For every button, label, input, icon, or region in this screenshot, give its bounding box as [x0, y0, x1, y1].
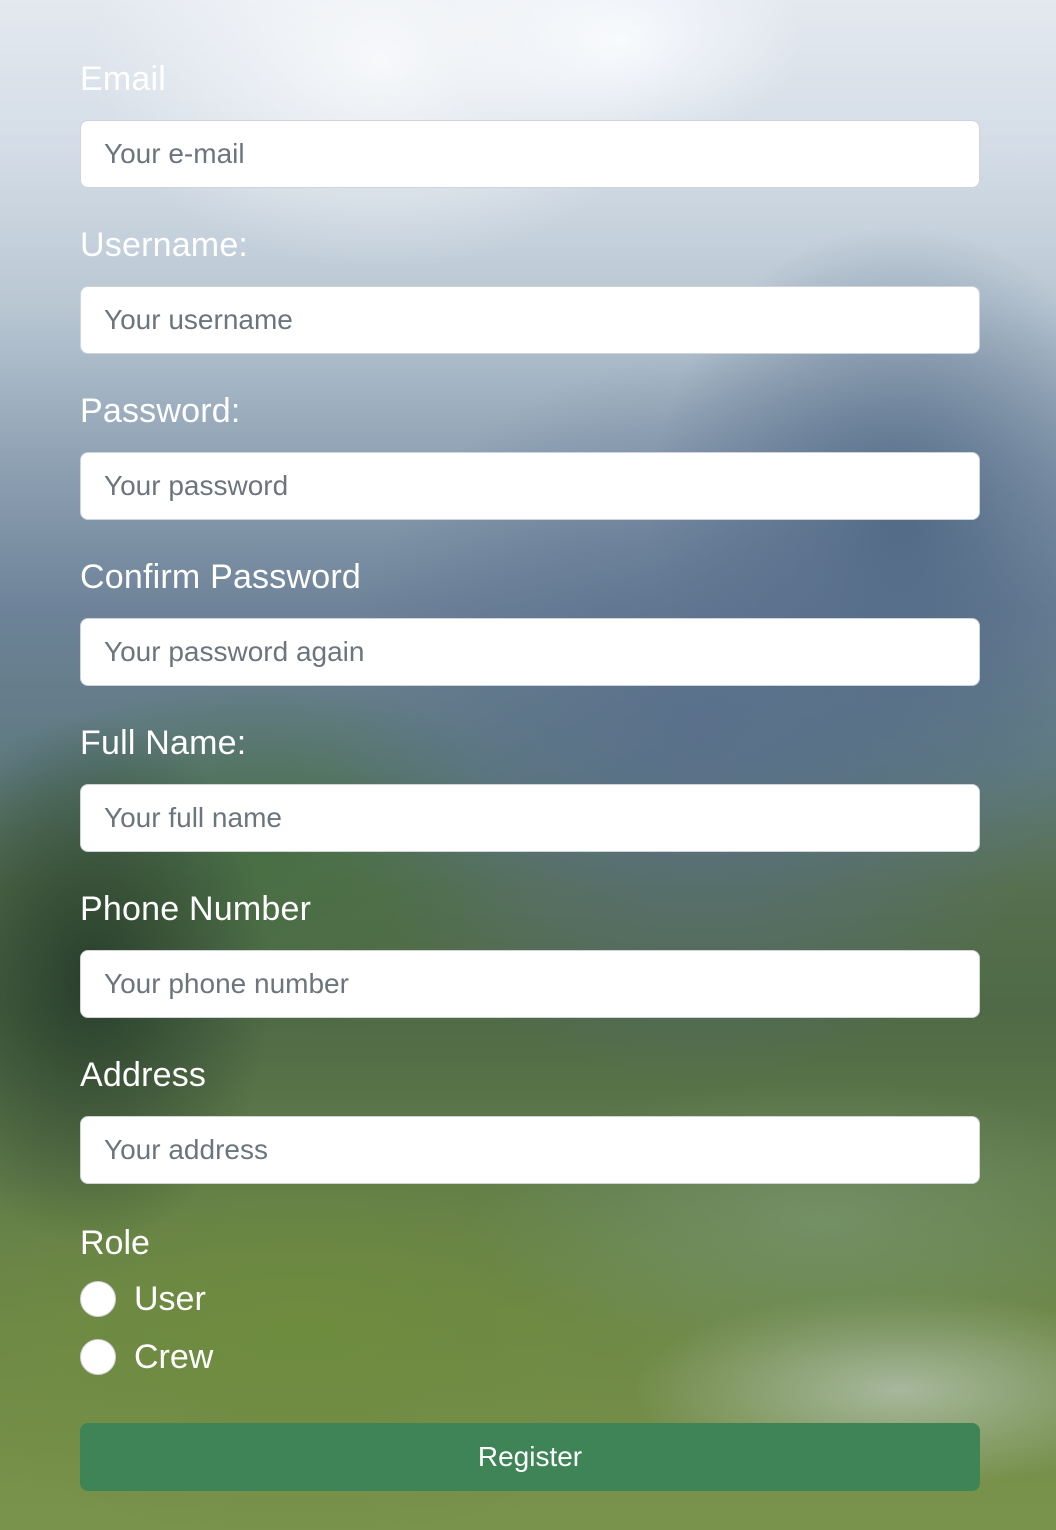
full-name-group: Full Name:	[80, 722, 980, 888]
user-radio[interactable]	[80, 1281, 116, 1317]
address-group: Address	[80, 1054, 980, 1220]
register-button[interactable]: Register	[80, 1423, 980, 1491]
full-name-input[interactable]	[80, 784, 980, 852]
username-input[interactable]	[80, 286, 980, 354]
password-label: Password:	[80, 392, 241, 430]
phone-number-group: Phone Number	[80, 888, 980, 1054]
role-option-user[interactable]: User	[80, 1270, 980, 1328]
confirm-password-input[interactable]	[80, 618, 980, 686]
crew-radio[interactable]	[80, 1339, 116, 1375]
email-input[interactable]	[80, 120, 980, 188]
role-group: Role User Crew	[80, 1222, 980, 1386]
password-group: Password:	[80, 390, 980, 556]
password-input[interactable]	[80, 452, 980, 520]
crew-radio-label[interactable]: Crew	[134, 1337, 213, 1377]
username-group: Username:	[80, 224, 980, 390]
email-label: Email	[80, 60, 167, 98]
role-label: Role	[80, 1224, 150, 1262]
address-input[interactable]	[80, 1116, 980, 1184]
address-label: Address	[80, 1056, 207, 1094]
confirm-password-label: Confirm Password	[80, 558, 361, 596]
email-group: Email	[80, 58, 980, 224]
phone-number-label: Phone Number	[80, 890, 312, 928]
username-label: Username:	[80, 226, 249, 264]
confirm-password-group: Confirm Password	[80, 556, 980, 722]
user-radio-label[interactable]: User	[134, 1279, 206, 1319]
role-option-crew[interactable]: Crew	[80, 1328, 980, 1386]
phone-number-input[interactable]	[80, 950, 980, 1018]
full-name-label: Full Name:	[80, 724, 247, 762]
registration-form: Email Username: Password: Confirm Passwo…	[80, 58, 980, 1386]
